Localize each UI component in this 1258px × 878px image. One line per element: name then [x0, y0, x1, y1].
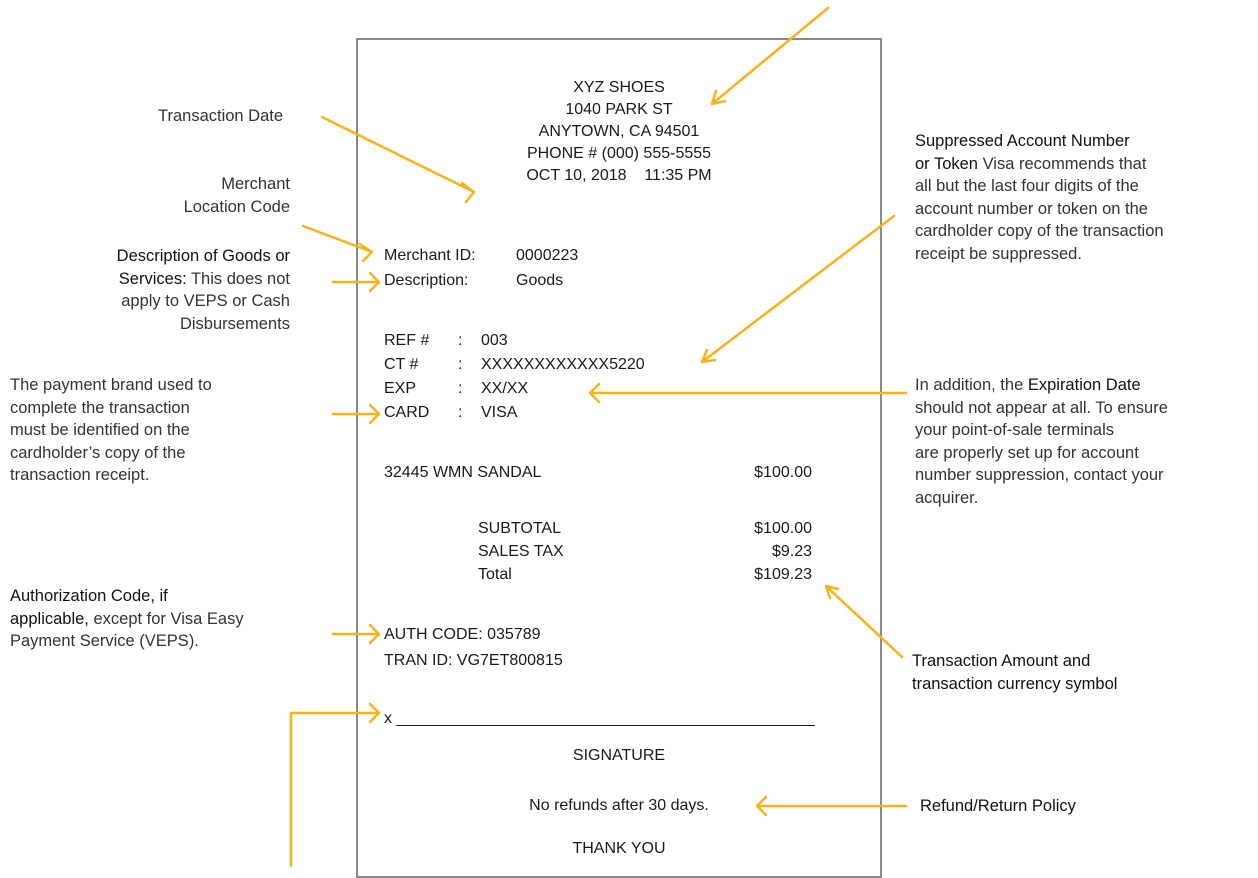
exp-value: XX/XX: [481, 380, 529, 397]
subtotal-value: $100.00: [754, 520, 812, 537]
annotation-suppressed-line2: or Token Visa recommends that: [915, 153, 1164, 176]
annotation-suppressed-bold: or Token: [915, 154, 978, 173]
card-colon: :: [458, 404, 463, 421]
annotation-brand-line3: must be identified on the: [10, 421, 190, 439]
annotation-auth-line2: applicable, except for Visa Easy: [10, 608, 244, 631]
annotation-goods-bold: Services:: [118, 269, 187, 288]
annotation-goods: Description of Goods or Services: This d…: [117, 245, 290, 335]
merchant-id-label: Merchant ID:: [384, 247, 476, 264]
annotation-goods-line1: Description of Goods or: [116, 247, 290, 265]
annotation-auth-bold: applicable,: [10, 609, 89, 628]
transaction-date: OCT 10, 2018 11:35 PM: [526, 167, 712, 184]
annotation-expiration-date: In addition, the Expiration Date should …: [915, 374, 1168, 509]
ref-label: REF #: [384, 332, 430, 349]
annotation-refund-policy: Refund/Return Policy: [920, 797, 1076, 815]
subtotal-label: SUBTOTAL: [478, 520, 561, 537]
annotation-transaction-amount: Transaction Amount and transaction curre…: [912, 650, 1117, 695]
annotation-merchant-location-line2: Location Code: [183, 197, 290, 216]
annotation-brand-line1: The payment brand used to: [10, 376, 212, 394]
annotation-exp-line3: your point-of-sale terminals: [915, 421, 1114, 439]
annotation-transaction-date: Transaction Date: [158, 107, 284, 125]
annotation-auth-line1: Authorization Code, if: [10, 587, 168, 605]
annotation-exp-bold: Expiration Date: [1027, 376, 1141, 394]
ref-value: 003: [481, 332, 508, 349]
sales-tax-label: SALES TAX: [478, 543, 564, 560]
annotation-suppressed-line5: cardholder copy of the transaction: [915, 222, 1164, 240]
annotation-brand-line4: cardholder’s copy of the: [10, 443, 186, 462]
annotation-auth-line2-rest: except for Visa Easy: [88, 609, 244, 628]
description-label: Description:: [384, 272, 469, 289]
annotation-suppressed-line6: receipt be suppressed.: [915, 244, 1082, 263]
annotation-goods-line2: Services: This does not: [117, 268, 290, 291]
merchant-address: 1040 PARK ST: [565, 101, 673, 118]
merchant-id-value: 0000223: [516, 247, 579, 264]
ref-colon: :: [458, 332, 463, 349]
auth-code: AUTH CODE: 035789: [384, 626, 541, 643]
annotation-brand-line2: complete the transaction: [10, 398, 190, 417]
merchant-city: ANYTOWN, CA 94501: [538, 123, 700, 140]
ct-value: XXXXXXXXXXXX5220: [481, 356, 645, 373]
annotation-goods-line2-rest: This does not: [186, 269, 290, 288]
description-value: Goods: [516, 272, 564, 289]
card-label: CARD: [384, 404, 430, 421]
sales-tax-value: $9.23: [771, 543, 812, 560]
ct-colon: :: [458, 356, 463, 373]
annotation-suppressed-line1: Suppressed Account Number: [915, 132, 1130, 150]
annotation-suppressed-line4: account number or token on the: [915, 199, 1148, 218]
annotation-exp-line6: acquirer.: [915, 488, 979, 507]
annotation-suppressed-account: Suppressed Account Number or Token Visa …: [915, 130, 1164, 265]
exp-label: EXP: [384, 380, 417, 397]
signature-label: SIGNATURE: [572, 747, 666, 764]
total-label: Total: [478, 566, 512, 583]
signature-line: x ______________________________________…: [384, 710, 815, 727]
annotation-goods-line3: apply to VEPS or Cash: [121, 292, 290, 310]
annotation-merchant-location-line1: Merchant: [221, 175, 290, 193]
annotation-merchant-location: Merchant Location Code: [184, 173, 290, 218]
annotation-amount-line1: Transaction Amount and: [912, 652, 1091, 670]
annotation-exp-line2: should not appear at all. To ensure: [915, 398, 1168, 417]
annotation-exp-line1-start: In addition, the: [915, 376, 1028, 394]
total-value: $109.23: [754, 566, 812, 583]
annotation-goods-line4: Disbursements: [179, 314, 290, 333]
thank-you: THANK YOU: [572, 840, 666, 857]
card-value: VISA: [481, 404, 518, 421]
annotation-exp-line5: number suppression, contact your: [915, 466, 1164, 484]
item-price: $100.00: [754, 464, 812, 481]
annotation-auth-line3: Payment Service (VEPS).: [10, 632, 199, 650]
annotation-brand-line5: transaction receipt.: [10, 466, 150, 484]
ct-label: CT #: [384, 356, 419, 373]
merchant-phone: PHONE # (000) 555-5555: [526, 145, 712, 162]
tran-id: TRAN ID: VG7ET800815: [384, 652, 563, 669]
annotation-payment-brand: The payment brand used to complete the t…: [10, 374, 212, 487]
annotation-suppressed-line2-rest: Visa recommends that: [978, 154, 1147, 173]
exp-colon: :: [458, 380, 463, 397]
merchant-name: XYZ SHOES: [573, 79, 665, 96]
refund-policy: No refunds after 30 days.: [529, 797, 709, 814]
annotation-exp-line1: In addition, the Expiration Date: [915, 374, 1168, 397]
annotation-suppressed-line3: all but the last four digits of the: [915, 177, 1139, 195]
item-name: 32445 WMN SANDAL: [384, 464, 542, 481]
annotation-exp-line4: are properly set up for account: [915, 443, 1139, 462]
annotation-amount-line2: transaction currency symbol: [912, 674, 1118, 693]
annotation-auth-code: Authorization Code, if applicable, excep…: [10, 585, 244, 653]
